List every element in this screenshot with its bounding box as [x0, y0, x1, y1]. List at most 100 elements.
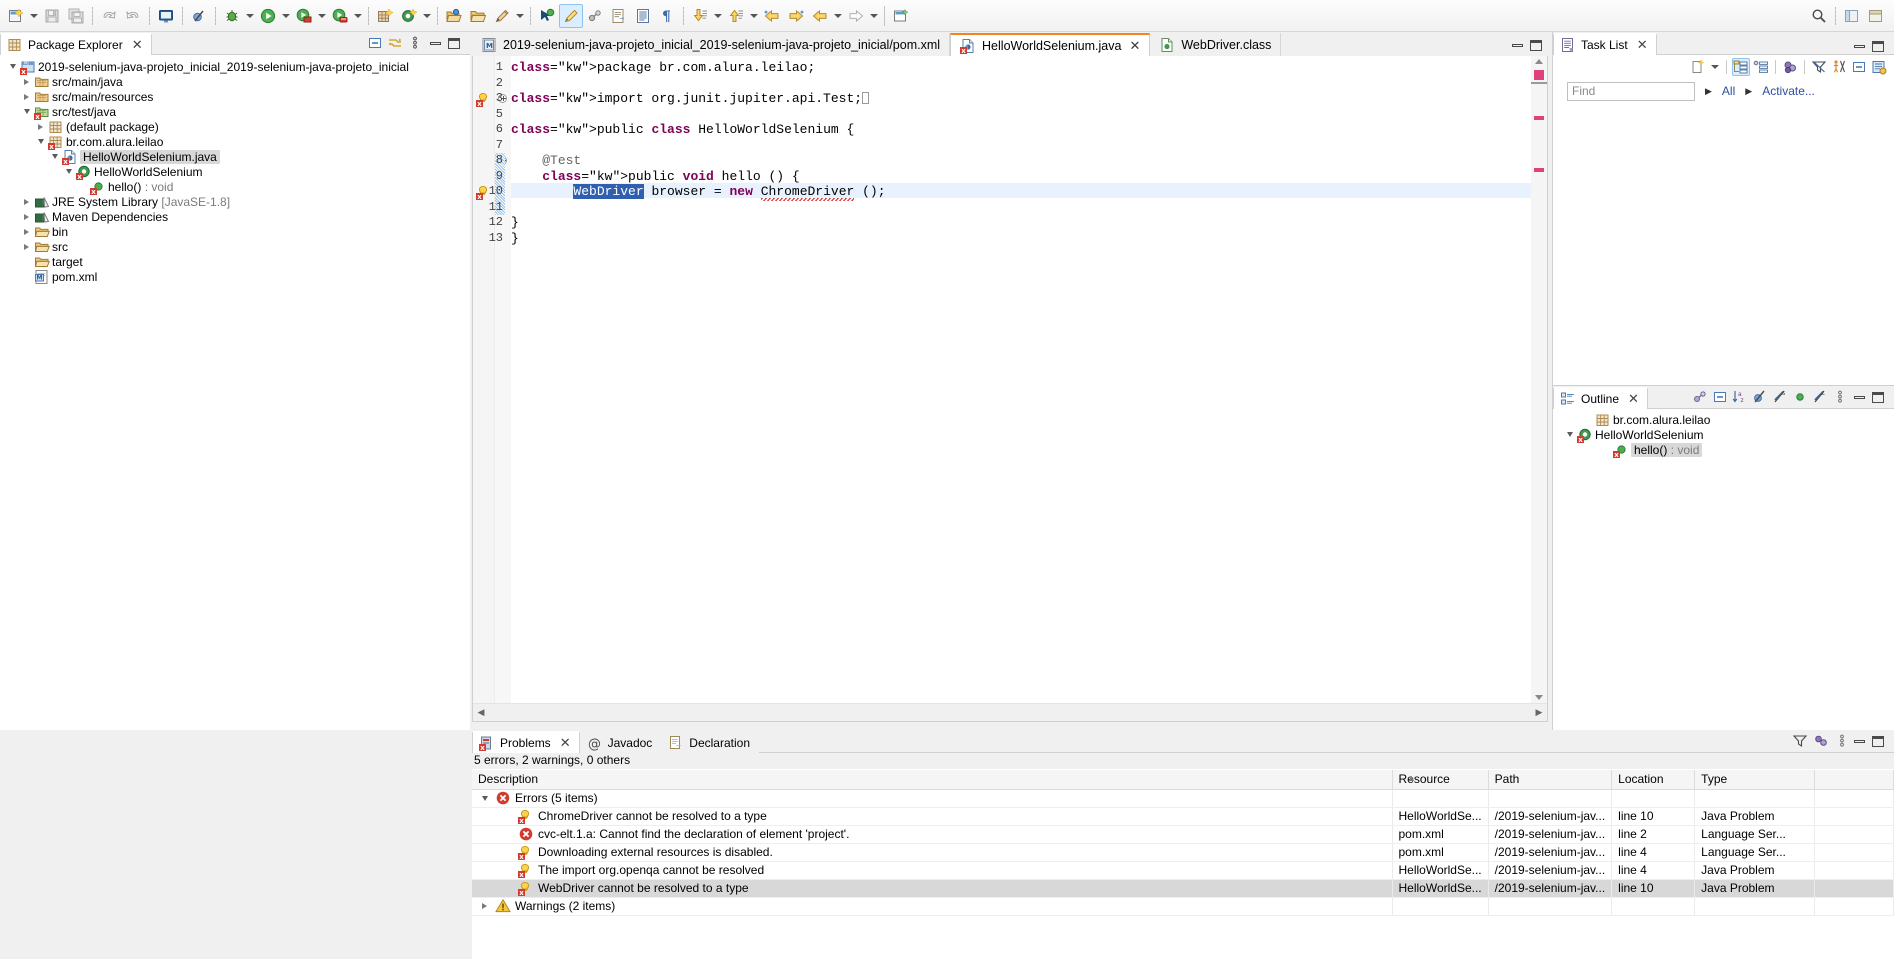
link-icon[interactable]	[1691, 388, 1709, 406]
redo-icon[interactable]	[121, 4, 145, 28]
new-wizard-icon[interactable]	[4, 4, 28, 28]
prev-edit-dropdown[interactable]	[832, 4, 844, 28]
chevron-down-icon[interactable]	[20, 104, 33, 119]
chevron-right-icon[interactable]	[478, 899, 491, 914]
table-row[interactable]: x WebDriver cannot be resolved to a type H…	[472, 879, 1894, 898]
open-task-icon[interactable]	[607, 4, 631, 28]
tree-row[interactable]: Mpom.xml	[0, 269, 470, 284]
run-icon[interactable]	[256, 4, 280, 28]
chevron-down-icon[interactable]	[34, 134, 47, 149]
maximize-icon[interactable]	[1872, 41, 1884, 52]
overview-error-marker[interactable]	[1534, 116, 1544, 120]
chevron-right-icon[interactable]	[20, 89, 33, 104]
minimize-icon[interactable]	[430, 41, 441, 45]
scroll-left-arrow[interactable]: ◀	[473, 705, 489, 721]
tree-row[interactable]: x HelloWorldSelenium	[0, 164, 470, 181]
tree-row[interactable]: x hello() : void	[1553, 442, 1894, 459]
tree-row[interactable]: x br.com.alura.leilao	[0, 134, 470, 151]
debug-icon[interactable]	[220, 4, 244, 28]
categorize-icon[interactable]	[1732, 58, 1750, 76]
editor-tab[interactable]: M 2019-selenium-java-projeto_inicial_2019…	[472, 33, 951, 56]
chevron-right-icon[interactable]	[34, 119, 47, 134]
view-menu-icon[interactable]	[406, 34, 424, 52]
link-icon[interactable]	[583, 4, 607, 28]
close-icon[interactable]: ✕	[560, 736, 571, 751]
all-filter-link[interactable]: All	[1722, 84, 1735, 98]
next-edit-dropdown[interactable]	[868, 4, 880, 28]
minimize-icon[interactable]	[1854, 739, 1865, 743]
overview-error-marker[interactable]	[1534, 168, 1544, 172]
perspective-debug-icon[interactable]	[1864, 4, 1888, 28]
new-wizard-dropdown[interactable]	[28, 4, 40, 28]
task-find-input[interactable]: Find	[1567, 81, 1695, 101]
overview-error-marker[interactable]	[1534, 70, 1544, 80]
tree-row[interactable]: x hello() : void	[0, 179, 470, 196]
package-explorer-tree[interactable]: MJ x 2019-selenium-java-projeto_inicial_20…	[0, 55, 470, 284]
activate-link[interactable]: Activate...	[1762, 84, 1815, 98]
chevron-down-icon[interactable]	[478, 791, 491, 806]
table-row[interactable]: x ChromeDriver cannot be resolved to a ty…	[472, 807, 1894, 826]
editor-vertical-scrollbar[interactable]	[1531, 56, 1547, 703]
problems-table[interactable]: Description Resource Path Location Type Erro…	[472, 770, 1894, 916]
hide-fields-icon[interactable]	[1751, 388, 1769, 406]
collapse-all-icon[interactable]	[1711, 388, 1729, 406]
new-java-package-icon[interactable]	[373, 4, 397, 28]
focus-icon[interactable]	[1812, 732, 1830, 750]
collapse-all-icon[interactable]	[366, 34, 384, 52]
problems-column-header[interactable]: Path	[1488, 770, 1613, 790]
sort-icon[interactable]: az	[1731, 388, 1749, 406]
filter-icon[interactable]	[1791, 732, 1809, 750]
table-row[interactable]: Errors (5 items)	[472, 789, 1894, 808]
close-icon[interactable]: ✕	[1637, 38, 1648, 53]
outline-tree[interactable]: br.com.alura.leilao x HelloWorldSelenium x h…	[1553, 409, 1894, 459]
table-row[interactable]: x The import org.openqa cannot be resolve…	[472, 861, 1894, 880]
link-with-editor-icon[interactable]	[386, 34, 404, 52]
all-filter-arrow-icon[interactable]: ▶	[1705, 86, 1712, 97]
tab-task-list[interactable]: Task List ✕	[1553, 33, 1657, 55]
table-row[interactable]: cvc-elt.1.a: Cannot find the declaration…	[472, 825, 1894, 844]
save-all-icon[interactable]	[64, 4, 88, 28]
forward-icon[interactable]	[784, 4, 808, 28]
hide-static-icon[interactable]: S	[1771, 388, 1789, 406]
working-sets-icon[interactable]	[1830, 58, 1848, 76]
minimize-icon[interactable]	[1512, 44, 1523, 47]
scroll-up-arrow[interactable]	[1533, 56, 1545, 68]
chevron-right-icon[interactable]	[20, 74, 33, 89]
next-annotation-icon[interactable]	[688, 4, 712, 28]
close-icon[interactable]: ✕	[1628, 392, 1639, 407]
previous-annotation-icon[interactable]	[724, 4, 748, 28]
tab-outline[interactable]: Outline ✕	[1553, 387, 1648, 409]
skip-breakpoints-icon[interactable]	[187, 4, 211, 28]
tree-row[interactable]: x src/test/java	[0, 104, 470, 121]
search-type-icon[interactable]	[535, 4, 559, 28]
close-icon[interactable]: ✕	[132, 38, 143, 53]
maximize-icon[interactable]	[1530, 40, 1542, 51]
tree-row[interactable]: MJ x 2019-selenium-java-projeto_inicial_20…	[0, 59, 470, 76]
task-list-empty-area[interactable]	[1553, 127, 1894, 385]
view-menu-icon[interactable]	[1831, 388, 1849, 406]
external-tools-dropdown[interactable]	[352, 4, 364, 28]
next-annotation-dropdown[interactable]	[712, 4, 724, 28]
minimize-icon[interactable]	[1854, 395, 1865, 399]
chevron-down-icon[interactable]	[6, 59, 19, 74]
editor-tab[interactable]: Jx HelloWorldSelenium.java ✕	[950, 33, 1151, 56]
new-window-icon[interactable]	[889, 4, 913, 28]
pencil-dropdown[interactable]	[514, 4, 526, 28]
tab-package-explorer[interactable]: Package Explorer ✕	[0, 33, 152, 55]
console-icon[interactable]	[154, 4, 178, 28]
run-external-tools-icon[interactable]	[328, 4, 352, 28]
chevron-down-icon[interactable]	[1563, 427, 1576, 442]
tree-row[interactable]: src/main/resources	[0, 89, 470, 104]
problems-tab[interactable]: @ Javadoc	[579, 731, 662, 753]
editor-horizontal-scrollbar[interactable]: ◀ ▶	[473, 703, 1547, 721]
next-edit-icon[interactable]	[844, 4, 868, 28]
debug-dropdown[interactable]	[244, 4, 256, 28]
tree-row[interactable]: br.com.alura.leilao	[1553, 412, 1894, 427]
tree-row[interactable]: src	[0, 239, 470, 254]
previous-annotation-dropdown[interactable]	[748, 4, 760, 28]
flat-presentation-icon[interactable]	[1752, 58, 1770, 76]
collapse-all-icon[interactable]	[1850, 58, 1868, 76]
tree-row[interactable]: bin	[0, 224, 470, 239]
tree-row[interactable]: src/main/java	[0, 74, 470, 89]
activate-arrow-icon[interactable]: ▶	[1745, 86, 1752, 97]
